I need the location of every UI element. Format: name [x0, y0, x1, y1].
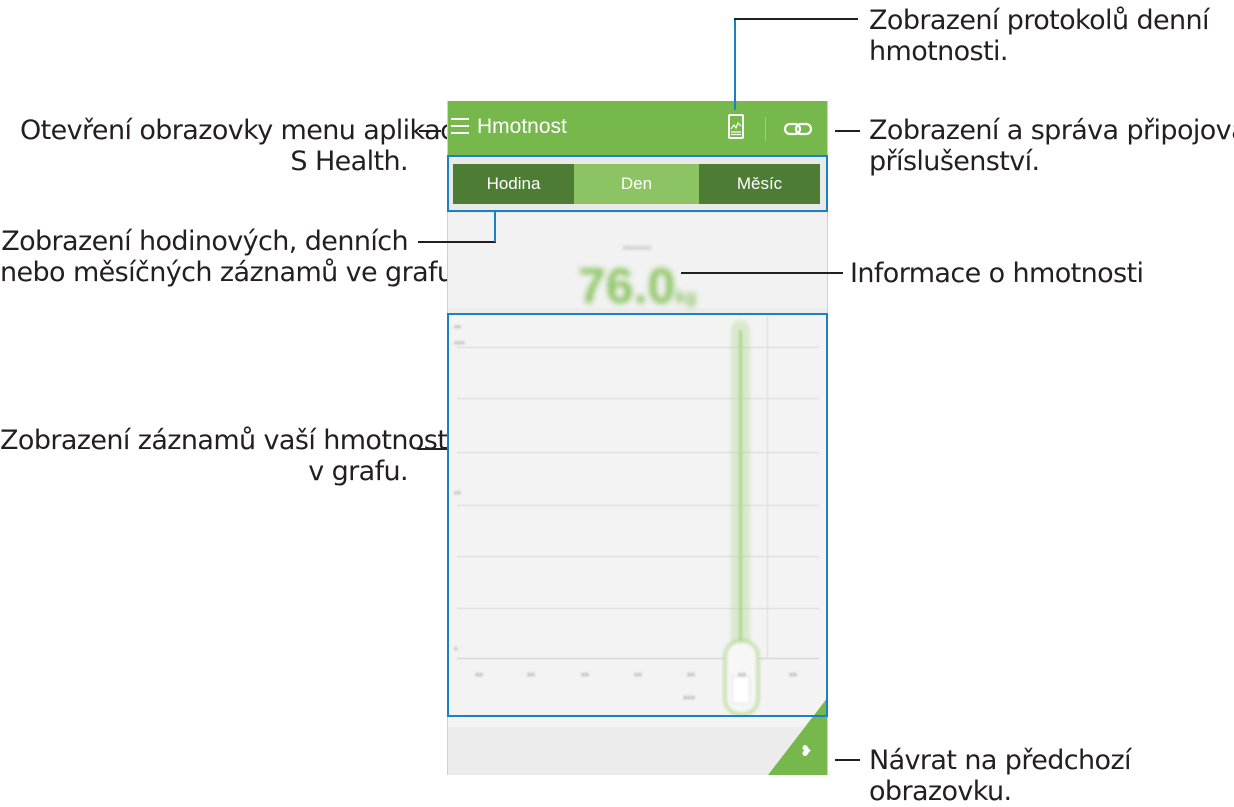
- annotation-menu: Otevření obrazovky menu aplikace S Healt…: [20, 115, 471, 177]
- app-title: Hmotnost: [477, 115, 567, 138]
- callout-line-graph: [417, 448, 447, 450]
- highlight-graph: [447, 313, 828, 717]
- callout-line-accessory: [835, 130, 860, 132]
- callout-line-menu: [419, 130, 441, 132]
- link-icon[interactable]: [783, 121, 813, 137]
- weight-unit: kg: [675, 287, 697, 307]
- menu-icon[interactable]: [451, 118, 469, 138]
- callout-line-info: [681, 272, 843, 274]
- weight-date: ▪▪▪▪▪▪▪▪: [622, 243, 652, 254]
- highlight-tabs: [447, 155, 828, 212]
- callout-line-tabs: [418, 241, 496, 243]
- weight-value: 76.0kg: [578, 257, 696, 315]
- app-bar-separator: [765, 117, 766, 141]
- callout-line-back: [835, 759, 860, 761]
- weight-number: 76.0: [578, 258, 676, 314]
- weight-info-panel: ▪▪▪▪▪▪▪▪ 76.0kg: [447, 213, 828, 314]
- back-icon[interactable]: ❥: [800, 742, 813, 760]
- app-bar: Hmotnost: [447, 101, 828, 156]
- callout-line-tabs-vertical: [494, 212, 496, 242]
- callout-line-log-horizontal: [734, 18, 858, 20]
- annotation-info: Informace o hmotnosti: [850, 258, 1144, 289]
- log-icon[interactable]: [728, 114, 744, 139]
- annotation-tabs: Zobrazení hodinových, denních nebo měsíč…: [0, 226, 462, 288]
- callout-line-log-vertical: [734, 18, 736, 110]
- annotation-graph: Zobrazení záznamů vaší hmotnosti v grafu…: [0, 425, 455, 487]
- annotation-accessory: Zobrazení a správa připojování příslušen…: [869, 115, 1234, 177]
- annotation-back: Návrat na předchozí obrazovku.: [869, 745, 1132, 807]
- annotation-log: Zobrazení protokolů denní hmotnosti.: [869, 5, 1210, 67]
